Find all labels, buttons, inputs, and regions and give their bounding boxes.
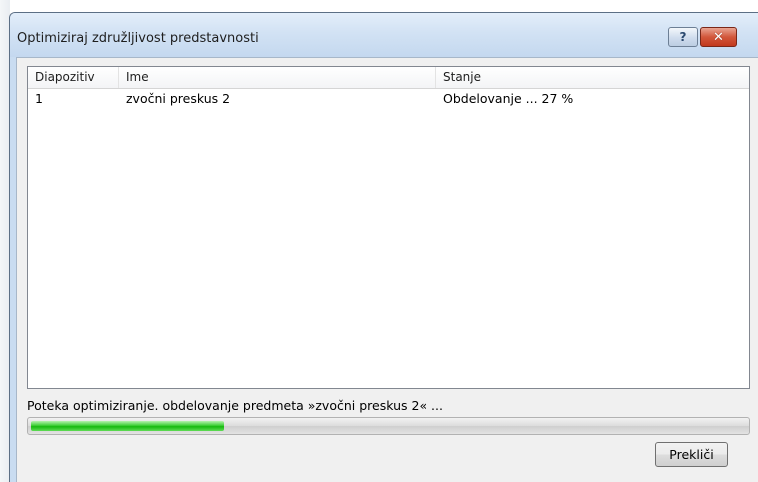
cell-status: Obdelovanje ... 27 % [443,91,574,106]
cell-slide: 1 [35,91,43,106]
title-bar[interactable]: Optimiziraj združljivost predstavnosti ?… [10,13,758,57]
status-message: Poteka optimiziranje. obdelovanje predme… [27,398,443,413]
dialog-window: Optimiziraj združljivost predstavnosti ?… [9,12,758,482]
list-row[interactable]: 1 zvočni preskus 2 Obdelovanje ... 27 % [28,89,749,108]
column-header-status[interactable]: Stanje [436,67,749,88]
media-list[interactable]: Diapozitiv Ime Stanje 1 zvočni preskus 2… [27,66,750,389]
column-header-slide[interactable]: Diapozitiv [28,67,119,88]
list-header: Diapozitiv Ime Stanje [28,67,749,89]
column-header-name[interactable]: Ime [119,67,436,88]
progress-fill [31,421,224,431]
close-button[interactable]: ✕ [700,27,737,47]
close-icon: ✕ [713,29,724,45]
dialog-client-area: Diapozitiv Ime Stanje 1 zvočni preskus 2… [16,57,758,482]
window-title: Optimiziraj združljivost predstavnosti [17,31,259,46]
cancel-button[interactable]: Prekliči [655,442,728,467]
help-button[interactable]: ? [668,27,698,47]
question-icon: ? [679,30,687,44]
cell-name: zvočni preskus 2 [126,91,231,106]
progress-bar [27,417,750,435]
